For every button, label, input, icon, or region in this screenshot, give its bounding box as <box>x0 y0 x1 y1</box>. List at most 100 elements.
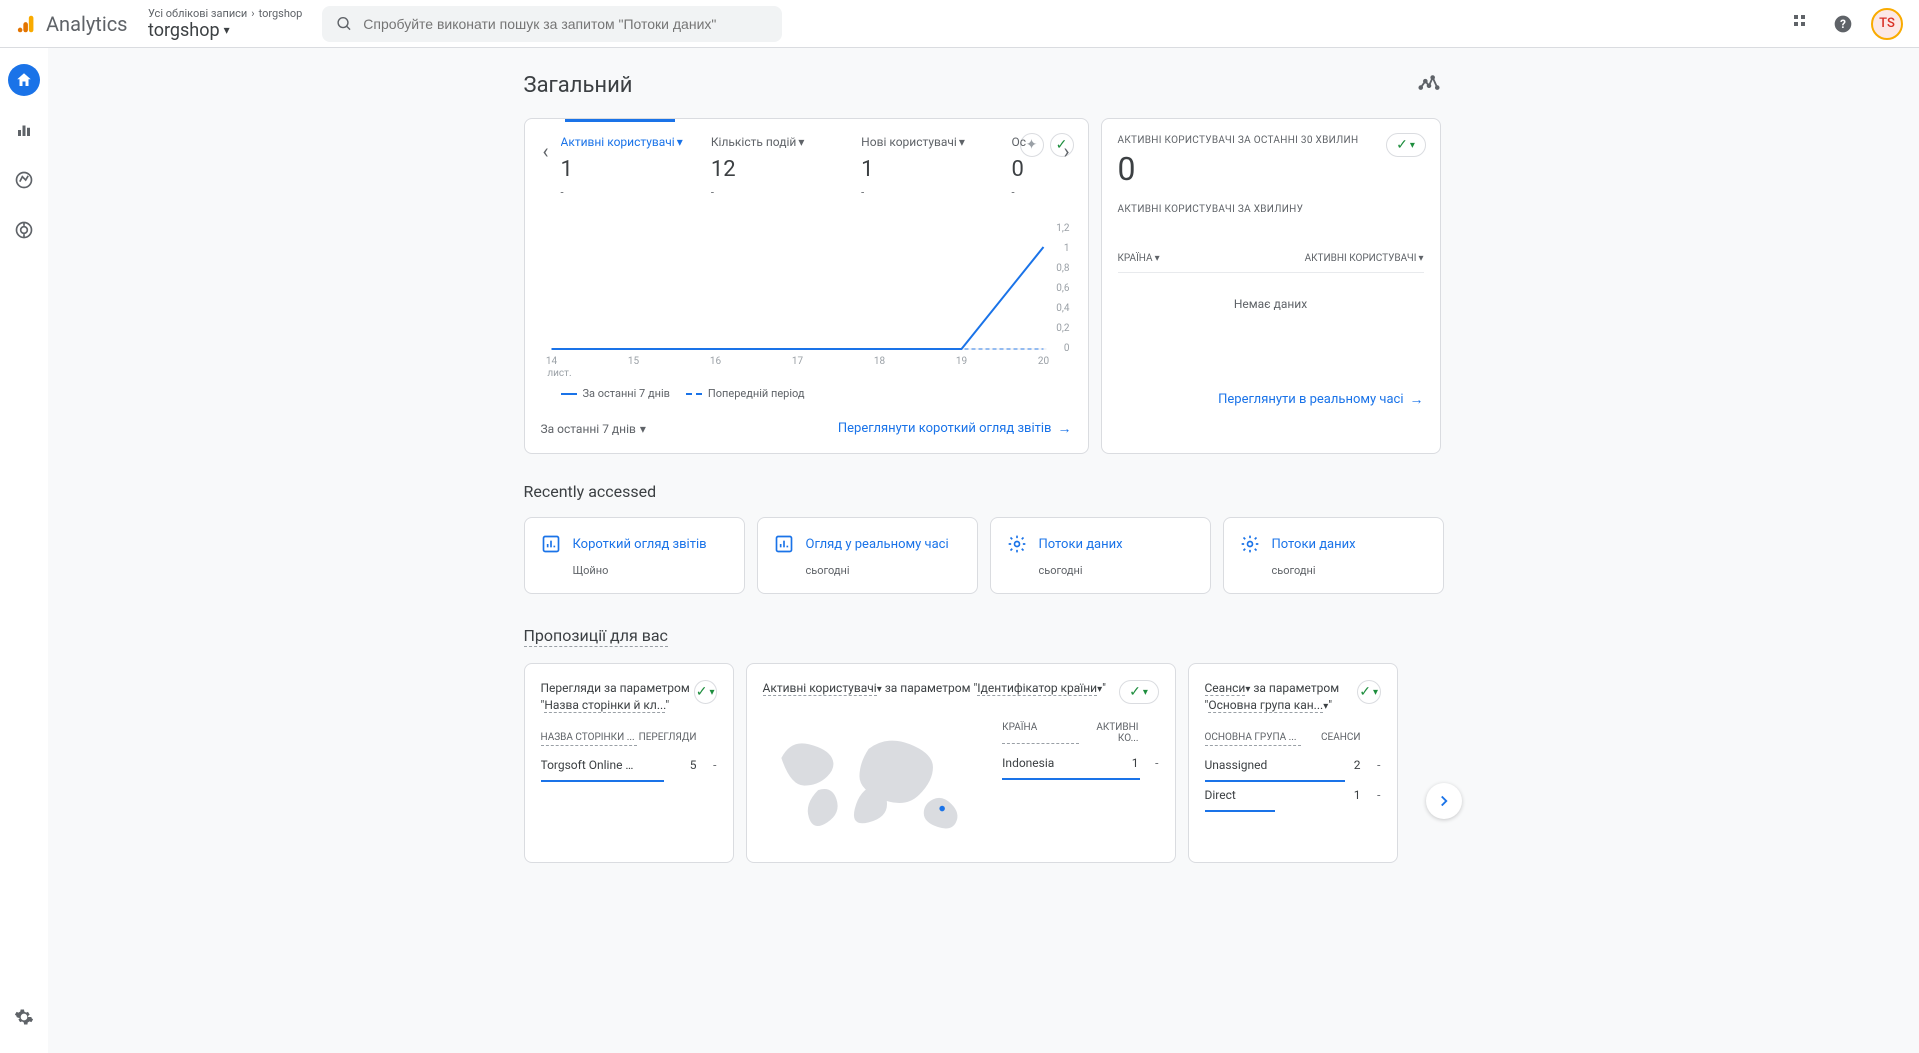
svg-text:1: 1 <box>1063 243 1069 254</box>
recent-item-sub: сьогодні <box>1039 564 1194 577</box>
arrow-right-icon: → <box>1058 420 1072 437</box>
svg-text:0,8: 0,8 <box>1056 263 1070 274</box>
rt-col-users[interactable]: АКТИВНІ КОРИСТУВАЧІ ▾ <box>1305 253 1424 264</box>
nav-reports[interactable] <box>8 114 40 146</box>
search-icon <box>336 15 353 33</box>
recent-card[interactable]: Потоки даних сьогодні <box>1223 517 1444 594</box>
col-sessions: СЕАНСИ <box>1301 732 1361 746</box>
rt-col-country[interactable]: КРАЇНА ▾ <box>1118 253 1160 264</box>
check-badge-dropdown[interactable]: ✓ ▾ <box>1119 680 1159 704</box>
property-label: torgshop <box>148 20 220 41</box>
suggestion-card-map: Активні користувачі▾ за параметром "Іден… <box>746 663 1176 863</box>
search-input[interactable] <box>363 16 768 32</box>
metric-label: Кількість подій ▾ <box>711 135 851 149</box>
metrics-tabs: ‹ Активні користувачі ▾ 1 - Кількість по… <box>541 135 1072 199</box>
recent-item-title: Огляд у реальному часі <box>806 537 949 552</box>
caret-down-icon: ▾ <box>224 23 230 37</box>
suggestions-title: Пропозиції для вас <box>524 626 668 647</box>
chevron-right-icon: › <box>251 7 254 20</box>
breadcrumb-all-accounts: Усі облікові записи <box>148 7 247 20</box>
metrics-prev-icon[interactable]: ‹ <box>541 135 551 167</box>
sugg-title: Перегляди за параметром "Назва сторінки … <box>541 680 694 714</box>
metric-event-count[interactable]: Кількість подій ▾ 12 - <box>711 135 851 199</box>
svg-text:18: 18 <box>873 356 885 367</box>
metric-label: Ос <box>1012 135 1052 149</box>
nav-admin[interactable] <box>8 1001 40 1033</box>
caret-down-icon: ▾ <box>959 135 965 149</box>
sugg-title: Активні користувачі▾ за параметром "Іден… <box>763 680 1106 697</box>
metric-value: 12 <box>711 157 851 182</box>
col-page-name: НАЗВА СТОРІНКИ ... <box>541 732 637 746</box>
check-badge-dropdown[interactable]: ✓ ▾ <box>694 680 717 704</box>
bar-chart-icon <box>541 534 561 554</box>
svg-text:15: 15 <box>627 356 639 367</box>
nav-advertising[interactable] <box>8 214 40 246</box>
svg-text:?: ? <box>1840 17 1846 31</box>
svg-text:16: 16 <box>709 356 721 367</box>
date-range-selector[interactable]: За останні 7 днів ▾ <box>541 422 646 436</box>
help-icon[interactable]: ? <box>1831 12 1855 36</box>
metric-truncated[interactable]: Ос 0 - <box>1012 135 1052 199</box>
metric-sub: - <box>711 186 851 199</box>
avatar[interactable]: TS <box>1871 8 1903 40</box>
metric-value: 0 <box>1012 157 1052 182</box>
main: Загальний ✦ ✓ ‹ Активні користувачі ▾ 1 … <box>48 48 1919 1053</box>
svg-text:0: 0 <box>1063 343 1069 354</box>
nav-explore[interactable] <box>8 164 40 196</box>
col-country: КРАЇНА <box>1002 722 1078 744</box>
breadcrumb[interactable]: Усі облікові записи › torgshop torgshop … <box>148 7 302 41</box>
scroll-right-button[interactable] <box>1426 783 1462 819</box>
legend-current: За останні 7 днів <box>583 387 670 400</box>
metric-active-users[interactable]: Активні користувачі ▾ 1 - <box>561 135 701 199</box>
recent-card[interactable]: Короткий огляд звітів Щойно <box>524 517 745 594</box>
table-row[interactable]: Indonesia 1 - <box>1002 750 1158 776</box>
svg-text:19: 19 <box>955 356 966 367</box>
recent-item-title: Потоки даних <box>1272 537 1356 552</box>
sidebar <box>0 48 48 1053</box>
chart-legend: За останні 7 днів Попередній період <box>561 387 1072 400</box>
search-box[interactable] <box>322 6 782 42</box>
svg-text:1,2: 1,2 <box>1056 223 1070 234</box>
recent-item-sub: Щойно <box>573 564 728 577</box>
nav-home[interactable] <box>8 64 40 96</box>
metric-label: Нові користувачі ▾ <box>861 135 1001 149</box>
table-row[interactable]: Unassigned 2 - <box>1205 752 1381 778</box>
metric-sub: - <box>561 186 701 199</box>
apps-icon[interactable] <box>1791 12 1815 36</box>
col-views: ПЕРЕГЛЯДИ <box>637 732 697 746</box>
metric-value: 1 <box>861 157 1001 182</box>
sugg-table-header: ОСНОВНА ГРУПА ... СЕАНСИ <box>1205 726 1381 752</box>
header: Analytics Усі облікові записи › torgshop… <box>0 0 1919 48</box>
svg-text:лист.: лист. <box>547 368 571 379</box>
arrow-right-icon: → <box>1410 391 1424 408</box>
bar-chart-icon <box>774 534 794 554</box>
rt-empty-text: Немає даних <box>1118 273 1424 371</box>
recent-grid: Короткий огляд звітів Щойно Огляд у реал… <box>524 517 1444 594</box>
table-row[interactable]: Torgsoft Online Mark... 5 - <box>541 752 717 778</box>
header-actions: ? TS <box>1791 8 1903 40</box>
line-chart: 1,2 1 0,8 0,6 0,4 0,2 0 <box>541 219 1072 379</box>
metrics-next-icon[interactable]: › <box>1062 135 1072 167</box>
suggestion-card-sessions: Сеанси▾ за параметром "Основна група кан… <box>1188 663 1398 863</box>
view-reports-link[interactable]: Переглянути короткий огляд звітів → <box>838 420 1072 437</box>
view-realtime-link[interactable]: Переглянути в реальному часі → <box>1218 391 1423 408</box>
recent-card[interactable]: Потоки даних сьогодні <box>990 517 1211 594</box>
logo-area[interactable]: Analytics <box>16 12 136 36</box>
property-selector[interactable]: torgshop ▾ <box>148 20 302 41</box>
product-name: Analytics <box>46 12 128 36</box>
sugg-table-header: КРАЇНА АКТИВНІ КО... <box>1002 716 1158 750</box>
table-row[interactable]: Direct 1 - <box>1205 782 1381 808</box>
svg-text:0,2: 0,2 <box>1056 323 1070 334</box>
col-active: АКТИВНІ КО... <box>1079 722 1139 744</box>
svg-text:0,4: 0,4 <box>1056 303 1070 314</box>
recent-card[interactable]: Огляд у реальному часі сьогодні <box>757 517 978 594</box>
legend-previous: Попередній період <box>708 387 805 400</box>
insights-icon[interactable] <box>1414 68 1444 102</box>
rt-table-header: КРАЇНА ▾ АКТИВНІ КОРИСТУВАЧІ ▾ <box>1118 245 1424 273</box>
check-badge-dropdown[interactable]: ✓ ▾ <box>1357 680 1381 704</box>
metric-new-users[interactable]: Нові користувачі ▾ 1 - <box>861 135 1001 199</box>
check-badge-dropdown[interactable]: ✓ ▾ <box>1386 133 1426 157</box>
metric-sub: - <box>861 186 1001 199</box>
rt-label-permin: АКТИВНІ КОРИСТУВАЧІ ЗА ХВИЛИНУ <box>1118 204 1424 215</box>
caret-down-icon: ▾ <box>640 422 646 436</box>
